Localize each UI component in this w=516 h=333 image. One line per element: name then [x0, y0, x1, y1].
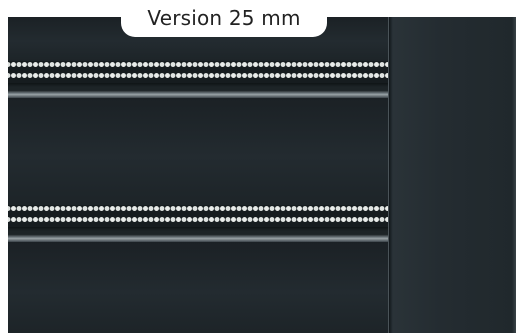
frame-edge [512, 17, 516, 333]
shutter-slats [8, 17, 389, 333]
shutter-side-frame [388, 17, 516, 333]
slat-joint-shadow [8, 227, 389, 231]
slat-ridge-lower [8, 234, 389, 242]
slat-ridge-upper [8, 90, 389, 98]
slat-middle [8, 98, 389, 205]
perforated-strip-lower [8, 205, 389, 227]
shutter-photo [8, 17, 516, 333]
version-badge: Version 25 mm [121, 0, 327, 37]
slat-joint-shadow [8, 83, 389, 87]
slat-bottom [8, 242, 389, 333]
perforated-strip-upper [8, 61, 389, 83]
